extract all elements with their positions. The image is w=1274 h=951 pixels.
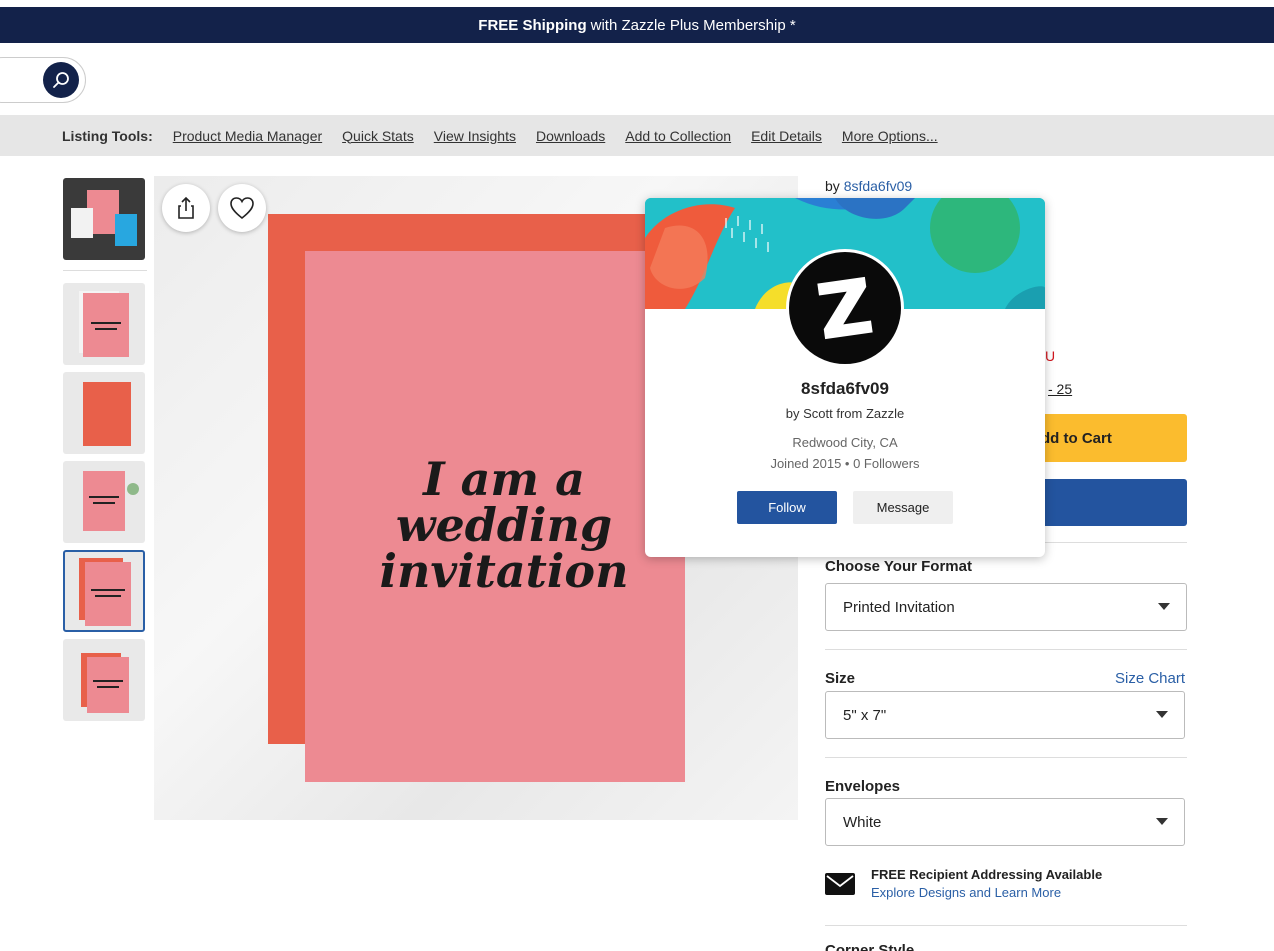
listing-tools-label: Listing Tools:: [62, 127, 153, 144]
link-more-options[interactable]: More Options...: [842, 128, 938, 144]
zazzle-logo-icon: [817, 276, 873, 340]
thumbnail-image: [83, 471, 139, 531]
addressing-title: FREE Recipient Addressing Available: [871, 867, 1103, 882]
format-value: Printed Invitation: [843, 598, 955, 616]
link-quick-stats[interactable]: Quick Stats: [342, 128, 414, 144]
store-name: 8sfda6fv09: [801, 379, 889, 398]
store-byline: by 8sfda6fv09: [825, 178, 912, 194]
thumbnail-image: [83, 382, 131, 446]
size-label: Size: [825, 670, 856, 687]
promo-bold: FREE Shipping: [478, 16, 587, 34]
thumbnail-image: [79, 558, 131, 626]
search-icon: [53, 72, 69, 88]
size-value: 5" x 7": [843, 706, 887, 724]
chevron-down-icon: [1156, 711, 1168, 718]
price-fragment: U: [1045, 348, 1056, 364]
store-owner: by Scott from Zazzle: [785, 406, 905, 421]
thumbnail-image: [81, 653, 129, 713]
heart-icon: [230, 197, 254, 220]
thumbnail-divider: [63, 270, 147, 271]
chevron-down-icon: [1156, 818, 1168, 825]
store-popover: 8sfda6fv09 by Scott from Zazzle Redwood …: [645, 198, 1045, 557]
addressing-link[interactable]: Explore Designs and Learn More: [871, 885, 1061, 900]
site-header: [0, 43, 1274, 115]
card-text-line1: I am a wedding: [395, 452, 613, 552]
format-label: Choose Your Format: [825, 558, 972, 575]
quantity-link-fragment[interactable]: - 25: [1048, 381, 1072, 397]
link-downloads[interactable]: Downloads: [536, 128, 605, 144]
chevron-down-icon: [1158, 603, 1170, 610]
thumbnail-image: [71, 190, 137, 246]
thumbnail-4[interactable]: [63, 461, 145, 543]
divider: [825, 649, 1187, 650]
favorite-button[interactable]: [218, 184, 266, 232]
envelopes-label: Envelopes: [825, 778, 901, 795]
divider: [825, 925, 1187, 926]
envelope-icon: [825, 873, 855, 895]
promo-banner[interactable]: FREE Shipping with Zazzle Plus Membershi…: [0, 7, 1274, 43]
byline-prefix: by: [825, 178, 840, 194]
thumbnail-2[interactable]: [63, 283, 145, 365]
store-location: Redwood City, CA: [792, 435, 898, 450]
link-view-insights[interactable]: View Insights: [434, 128, 516, 144]
thumbnail-1[interactable]: [63, 178, 145, 260]
store-avatar[interactable]: [786, 249, 904, 367]
size-select[interactable]: 5" x 7": [825, 691, 1185, 739]
follow-button[interactable]: Follow: [737, 491, 837, 524]
link-product-media-manager[interactable]: Product Media Manager: [173, 128, 322, 144]
envelopes-select[interactable]: White: [825, 798, 1185, 846]
envelopes-value: White: [843, 813, 882, 831]
thumbnail-3[interactable]: [63, 372, 145, 454]
format-select[interactable]: Printed Invitation: [825, 583, 1187, 631]
add-to-cart-label: dd to Cart: [1041, 429, 1112, 447]
store-joined: Joined 2015 • 0 Followers: [770, 456, 920, 471]
card-text-line2: invitation: [379, 544, 629, 598]
store-link[interactable]: 8sfda6fv09: [844, 178, 913, 194]
link-add-to-collection[interactable]: Add to Collection: [625, 128, 731, 144]
divider: [825, 757, 1187, 758]
corner-style-label: Corner Style: [825, 942, 915, 951]
thumbnail-6[interactable]: [63, 639, 145, 721]
card-text: I am a wedding invitation: [324, 456, 684, 594]
thumbnail-5[interactable]: [63, 550, 145, 632]
promo-text: with Zazzle Plus Membership *: [590, 16, 796, 34]
thumbnail-image: [79, 291, 129, 357]
listing-tools-bar: Listing Tools: Product Media Manager Qui…: [0, 115, 1274, 156]
share-button[interactable]: [162, 184, 210, 232]
size-chart-link[interactable]: Size Chart: [1115, 670, 1185, 687]
top-edge: [0, 0, 1274, 7]
link-edit-details[interactable]: Edit Details: [751, 128, 822, 144]
search-button[interactable]: [43, 62, 79, 98]
share-icon: [178, 196, 194, 219]
message-button[interactable]: Message: [853, 491, 953, 524]
